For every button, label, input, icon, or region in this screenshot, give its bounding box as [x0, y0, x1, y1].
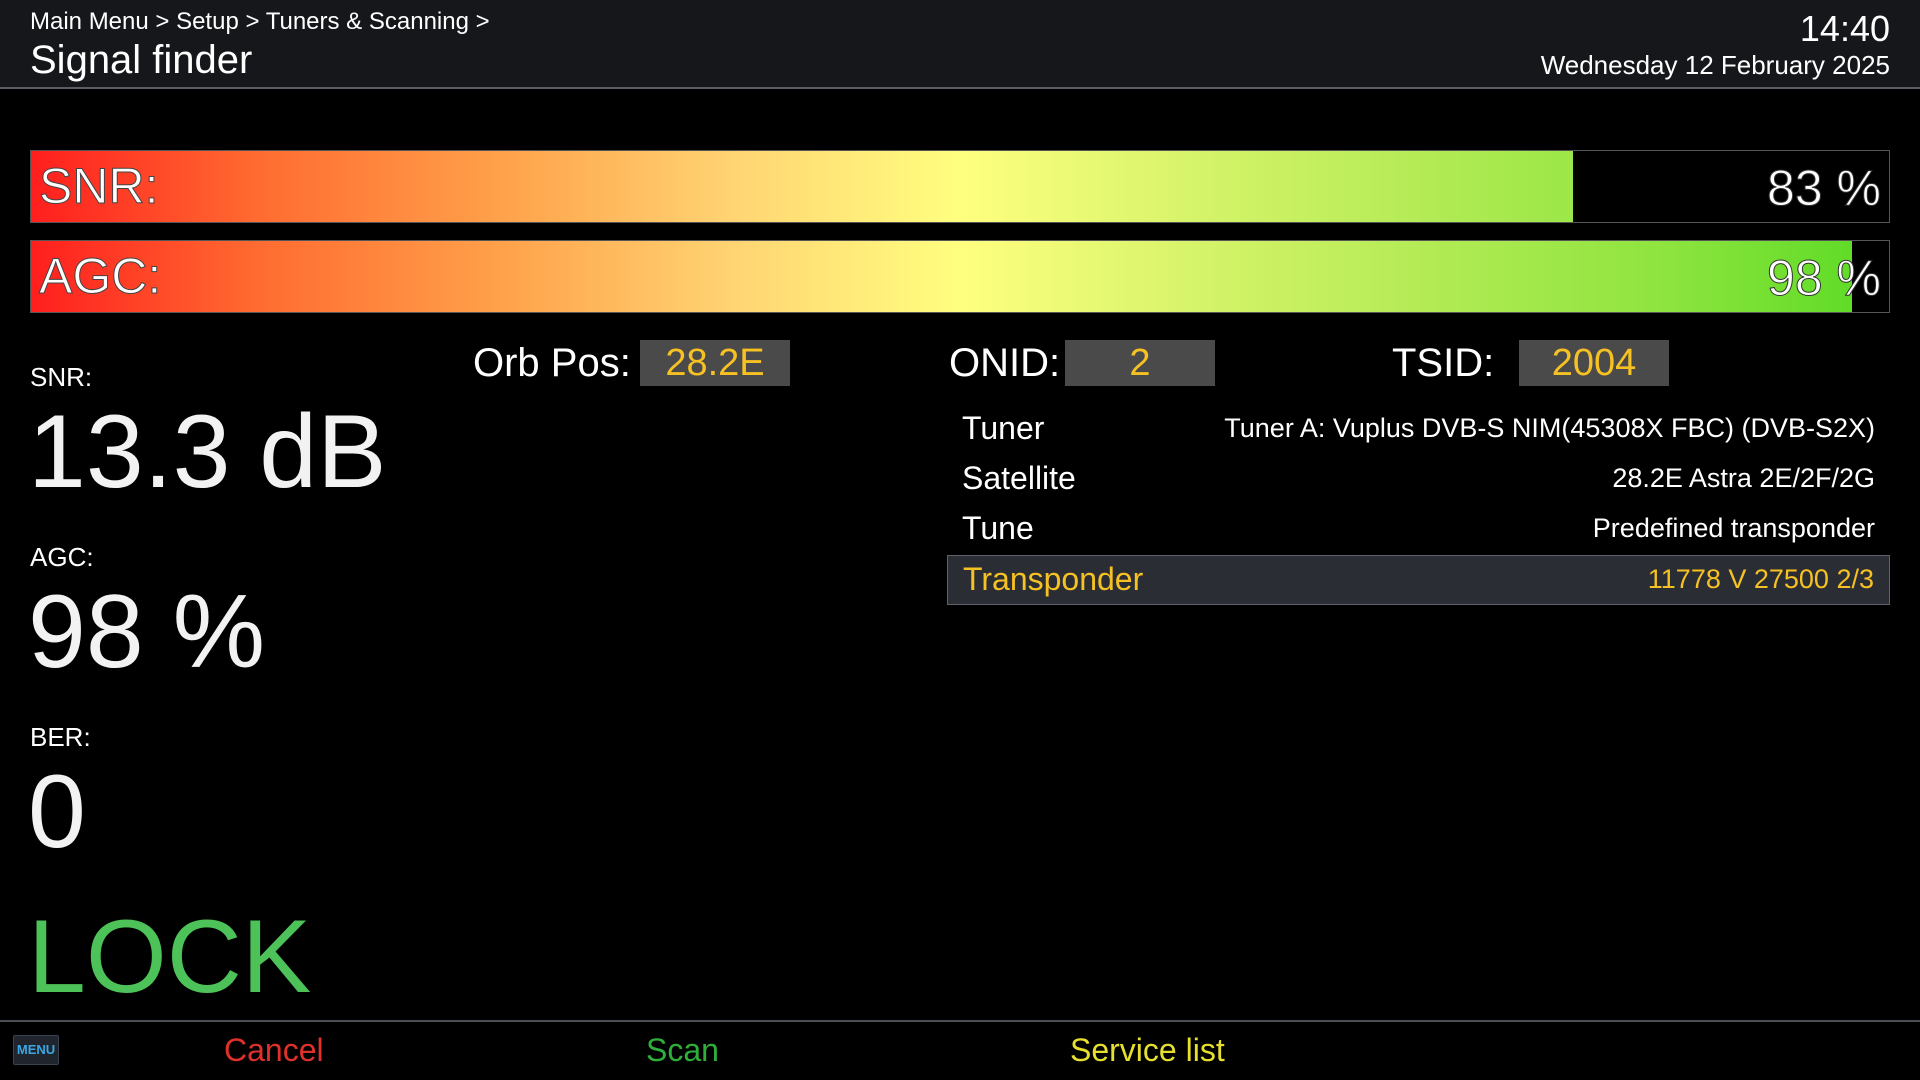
list-item-tuner[interactable]: Tuner Tuner A: Vuplus DVB-S NIM(45308X F…	[947, 405, 1890, 455]
transponder-label: Transponder	[963, 561, 1144, 597]
satellite-label: Satellite	[962, 460, 1076, 496]
menu-key-icon[interactable]: MENU	[13, 1035, 59, 1065]
ber-value: 0	[28, 754, 86, 870]
lock-status: LOCK	[28, 899, 312, 1015]
transponder-value: 11778 V 27500 2/3	[1647, 564, 1874, 594]
cancel-button[interactable]: Cancel	[224, 1032, 324, 1069]
snr-bar-value: 83 %	[1767, 160, 1882, 217]
tuner-settings-list: Tuner Tuner A: Vuplus DVB-S NIM(45308X F…	[947, 405, 1890, 605]
orb-pos-value: 28.2E	[640, 340, 790, 386]
footer-button-bar: MENU Cancel Scan Service list	[0, 1020, 1920, 1080]
tuner-label: Tuner	[962, 410, 1045, 446]
agc-bar: AGC: 98 %	[30, 240, 1890, 313]
service-list-button[interactable]: Service list	[1070, 1032, 1225, 1069]
tsid-value: 2004	[1519, 340, 1669, 386]
agc-bar-fill	[31, 241, 1852, 312]
snr-value: 13.3 dB	[28, 394, 387, 510]
list-item-transponder[interactable]: Transponder 11778 V 27500 2/3	[947, 555, 1890, 605]
breadcrumb: Main Menu > Setup > Tuners & Scanning >	[30, 8, 490, 35]
onid-value: 2	[1065, 340, 1215, 386]
clock: 14:40	[1799, 8, 1890, 49]
scan-button[interactable]: Scan	[646, 1032, 719, 1069]
list-item-satellite[interactable]: Satellite 28.2E Astra 2E/2F/2G	[947, 455, 1890, 505]
tune-value: Predefined transponder	[1592, 513, 1875, 543]
snr-label: SNR:	[30, 362, 93, 392]
snr-bar: SNR: 83 %	[30, 150, 1890, 223]
signal-finder-screen: Main Menu > Setup > Tuners & Scanning > …	[0, 0, 1920, 1080]
list-item-tune[interactable]: Tune Predefined transponder	[947, 505, 1890, 555]
tune-label: Tune	[962, 510, 1034, 546]
snr-bar-fill	[31, 151, 1574, 222]
satellite-value: 28.2E Astra 2E/2F/2G	[1612, 463, 1875, 493]
tuner-value: Tuner A: Vuplus DVB-S NIM(45308X FBC) (D…	[1224, 413, 1875, 443]
agc-value: 98 %	[28, 574, 266, 690]
agc-bar-value: 98 %	[1767, 250, 1882, 307]
agc-bar-label: AGC:	[38, 248, 162, 305]
date: Wednesday 12 February 2025	[1540, 50, 1890, 80]
agc-label: AGC:	[30, 542, 94, 572]
orb-pos-label: Orb Pos:	[473, 341, 631, 385]
tsid-label: TSID:	[1392, 341, 1495, 385]
ber-label: BER:	[30, 722, 91, 752]
snr-bar-label: SNR:	[38, 158, 159, 215]
header: Main Menu > Setup > Tuners & Scanning > …	[0, 0, 1920, 89]
page-title: Signal finder	[30, 38, 253, 82]
onid-label: ONID:	[949, 341, 1061, 385]
